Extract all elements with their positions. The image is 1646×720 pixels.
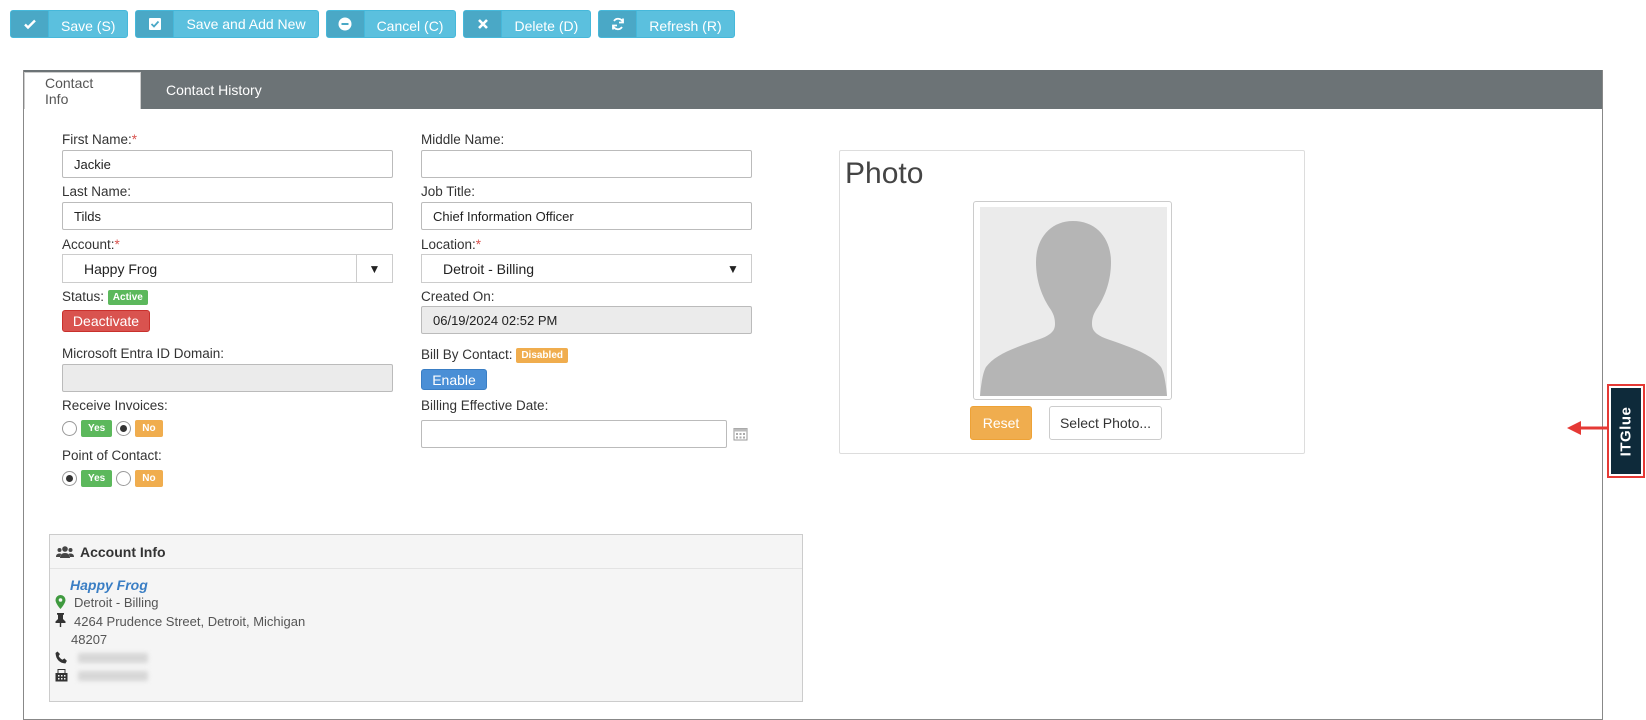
last-name-input[interactable]: Tilds [62, 202, 393, 230]
last-name-label: Last Name: [62, 184, 132, 199]
location-label: Location:* [421, 237, 482, 252]
calendar-icon[interactable] [733, 426, 748, 444]
minus-circle-icon [326, 11, 365, 37]
receive-invoices-group: Yes No [62, 420, 165, 437]
enable-button[interactable]: Enable [421, 369, 487, 390]
receive-invoices-yes-radio[interactable] [62, 421, 77, 436]
delete-button[interactable]: Delete (D) [463, 10, 592, 38]
users-icon [56, 545, 74, 558]
checkbox-check-icon [136, 11, 175, 37]
account-select-value: Happy Frog [84, 260, 158, 277]
created-on-field: 06/19/2024 02:52 PM [421, 306, 752, 334]
reset-photo-button[interactable]: Reset [970, 406, 1032, 440]
delete-button-label: Delete (D) [514, 18, 579, 34]
point-of-contact-group: Yes No [62, 470, 165, 487]
entra-domain-label: Microsoft Entra ID Domain: [62, 346, 225, 361]
contact-panel: Contact Info Contact History First Name:… [23, 70, 1603, 720]
job-title-input[interactable]: Chief Information Officer [421, 202, 752, 230]
tab-bar: Contact Info Contact History [24, 70, 1602, 109]
point-of-contact-label: Point of Contact: [62, 448, 162, 463]
select-photo-button[interactable]: Select Photo... [1049, 406, 1162, 440]
account-info-box: Account Info Happy Frog Detroit - Billin… [49, 534, 803, 702]
middle-name-input[interactable] [421, 150, 752, 178]
bill-by-contact-badge: Disabled [516, 347, 568, 363]
save-and-add-new-button[interactable]: Save and Add New [135, 10, 319, 38]
job-title-label: Job Title: [421, 184, 476, 199]
account-location: Detroit - Billing [74, 595, 159, 610]
location-select[interactable]: Detroit - Billing ▼ [421, 254, 752, 283]
account-label: Account:* [62, 237, 120, 252]
check-icon [11, 11, 49, 37]
account-address-line2: 48207 [71, 632, 108, 647]
phone-icon [55, 651, 67, 664]
no-badge: No [135, 470, 163, 487]
toolbar: Save (S) Save and Add New Cancel (C) Del… [10, 10, 735, 38]
close-icon [464, 11, 503, 37]
dropdown-arrow-icon[interactable]: ▼ [715, 255, 751, 282]
receive-invoices-no-radio[interactable] [116, 421, 132, 436]
first-name-input[interactable]: Jackie [62, 150, 393, 178]
save-button[interactable]: Save (S) [10, 10, 129, 38]
thumbtack-icon [55, 613, 66, 627]
photo-title: Photo [845, 157, 924, 190]
point-of-contact-no-radio[interactable] [116, 471, 132, 486]
deactivate-button[interactable]: Deactivate [62, 310, 150, 332]
receive-invoices-label: Receive Invoices: [62, 398, 168, 413]
arrow-left-icon [1567, 421, 1607, 435]
yes-badge: Yes [81, 470, 113, 487]
refresh-icon [599, 11, 638, 37]
save-and-add-new-label: Save and Add New [186, 16, 306, 32]
tab-contact-history[interactable]: Contact History [141, 70, 282, 109]
account-select[interactable]: Happy Frog ▼ [62, 254, 393, 283]
middle-name-label: Middle Name: [421, 132, 505, 147]
refresh-button-label: Refresh (R) [649, 18, 722, 34]
account-info-header: Account Info [50, 535, 802, 569]
map-marker-icon [55, 595, 66, 609]
bill-by-contact-label: Bill By Contact: Disabled [421, 347, 568, 363]
itglue-highlight: ITGlue [1607, 384, 1645, 478]
photo-frame [973, 201, 1172, 400]
account-info-title: Account Info [80, 543, 166, 560]
first-name-label: First Name:* [62, 132, 138, 147]
cancel-button-label: Cancel (C) [376, 18, 444, 34]
fax-number-redacted [78, 671, 148, 681]
point-of-contact-yes-radio[interactable] [62, 471, 77, 486]
billing-effective-date-label: Billing Effective Date: [421, 398, 549, 413]
phone-number-redacted [78, 653, 148, 663]
location-select-value: Detroit - Billing [443, 260, 535, 277]
created-on-label: Created On: [421, 289, 495, 304]
itglue-sidebar-tab[interactable]: ITGlue [1611, 388, 1641, 474]
dropdown-arrow-icon[interactable]: ▼ [356, 255, 392, 282]
account-name-link[interactable]: Happy Frog [70, 577, 148, 593]
billing-effective-date-input[interactable] [421, 420, 727, 448]
itglue-label: ITGlue [1617, 406, 1635, 456]
status-label: Status: Active [62, 289, 148, 305]
yes-badge: Yes [81, 420, 113, 437]
account-address-line1: 4264 Prudence Street, Detroit, Michigan [74, 614, 306, 629]
fax-icon [55, 669, 68, 682]
tab-contact-info[interactable]: Contact Info [24, 72, 141, 109]
person-silhouette-icon [980, 221, 1167, 396]
photo-box: Photo Reset Select Photo... [839, 150, 1305, 454]
refresh-button[interactable]: Refresh (R) [598, 10, 735, 38]
no-badge: No [135, 420, 163, 437]
avatar-placeholder [980, 207, 1167, 396]
status-badge: Active [107, 289, 148, 305]
cancel-button[interactable]: Cancel (C) [325, 10, 457, 38]
save-button-label: Save (S) [61, 18, 116, 34]
entra-domain-input[interactable] [62, 364, 393, 392]
